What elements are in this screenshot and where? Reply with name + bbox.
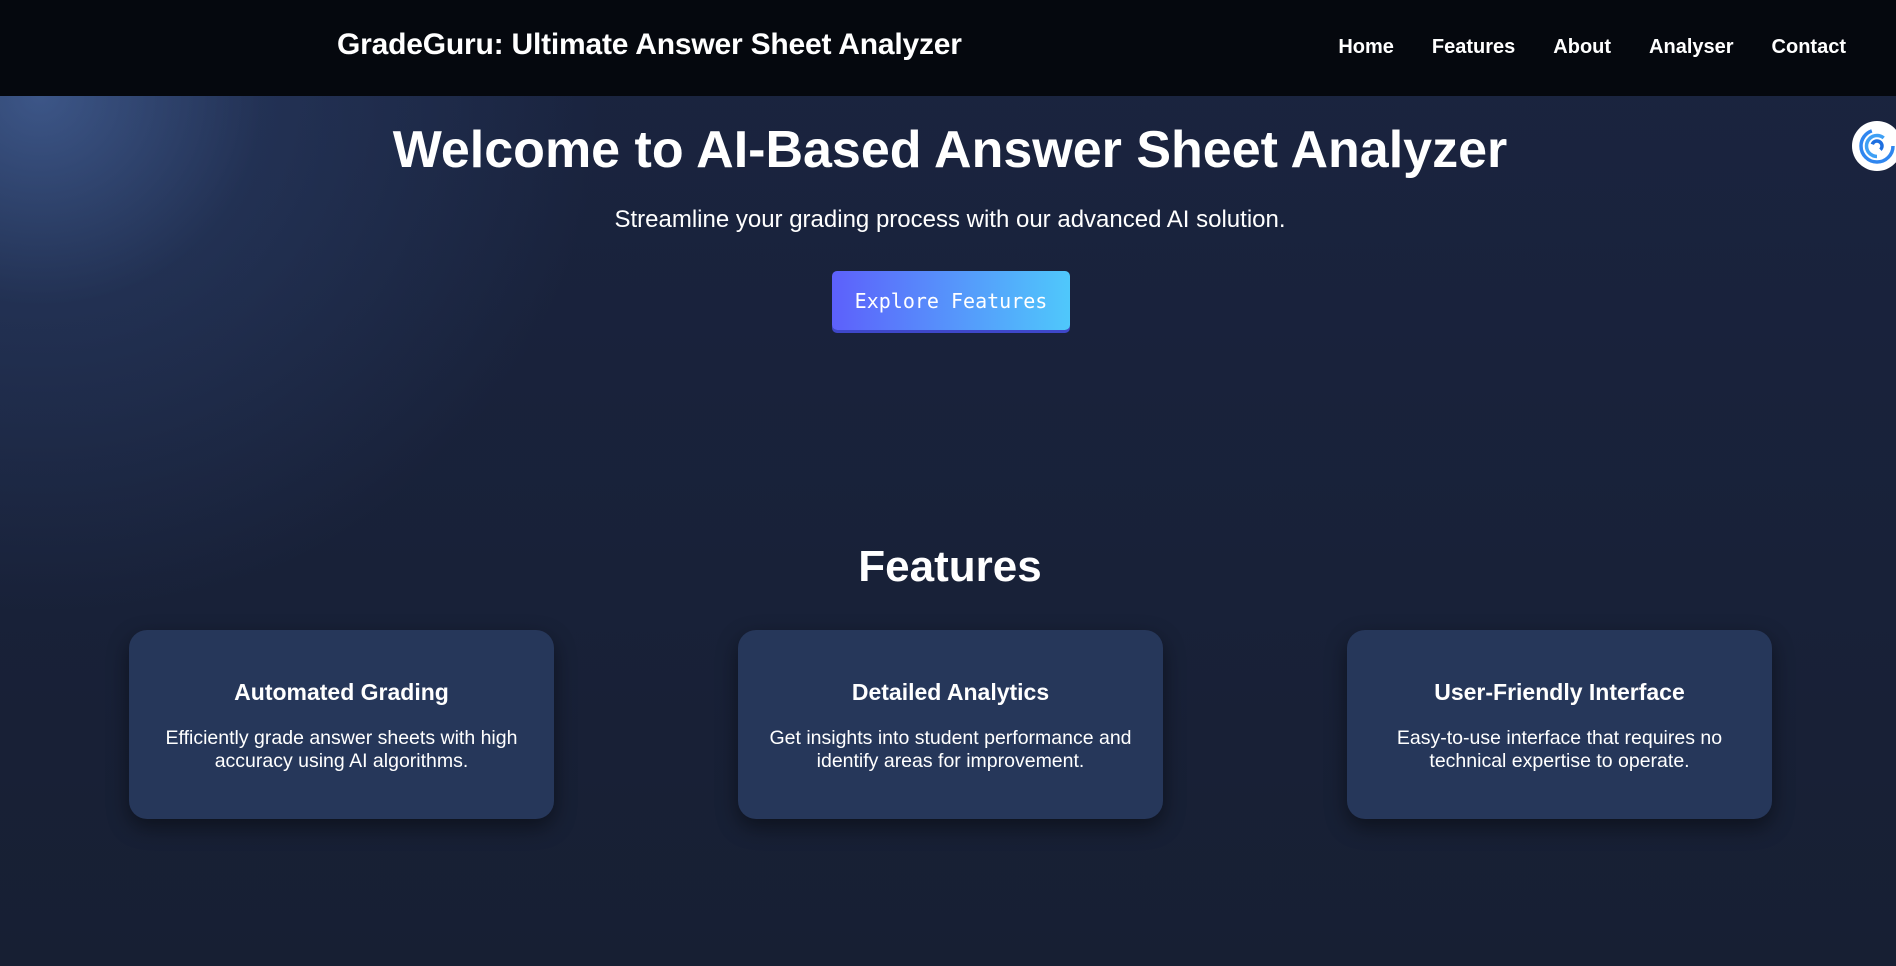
feature-card-description: Efficiently grade answer sheets with hig… bbox=[165, 727, 518, 772]
feature-card-title: Automated Grading bbox=[234, 679, 449, 705]
hero-subtitle: Streamline your grading process with our… bbox=[614, 206, 1286, 233]
features-heading: Features bbox=[858, 542, 1042, 591]
explore-features-button[interactable]: Explore Features bbox=[832, 271, 1070, 330]
nav-link-features[interactable]: Features bbox=[1432, 36, 1515, 59]
nav-link-contact[interactable]: Contact bbox=[1772, 36, 1846, 59]
assistant-button[interactable] bbox=[1852, 121, 1896, 171]
feature-card-description: Easy-to-use interface that requires no t… bbox=[1396, 727, 1723, 772]
feature-card-user-friendly-interface: User-Friendly Interface Easy-to-use inte… bbox=[1347, 630, 1772, 819]
swirl-icon bbox=[1859, 128, 1895, 164]
navbar: GradeGuru: Ultimate Answer Sheet Analyze… bbox=[0, 0, 1896, 96]
feature-card-title: User-Friendly Interface bbox=[1434, 679, 1685, 705]
feature-card-automated-grading: Automated Grading Efficiently grade answ… bbox=[129, 630, 554, 819]
nav-link-home[interactable]: Home bbox=[1338, 36, 1394, 59]
feature-card-title: Detailed Analytics bbox=[851, 679, 1050, 705]
hero-title: Welcome to AI-Based Answer Sheet Analyze… bbox=[392, 121, 1508, 179]
feature-card-detailed-analytics: Detailed Analytics Get insights into stu… bbox=[738, 630, 1163, 819]
nav-link-about[interactable]: About bbox=[1553, 36, 1611, 59]
feature-card-description: Get insights into student performance an… bbox=[769, 727, 1132, 772]
brand-title[interactable]: GradeGuru: Ultimate Answer Sheet Analyze… bbox=[337, 28, 962, 62]
nav-links: Home Features About Analyser Contact bbox=[1338, 36, 1846, 59]
nav-link-analyser[interactable]: Analyser bbox=[1649, 36, 1734, 59]
